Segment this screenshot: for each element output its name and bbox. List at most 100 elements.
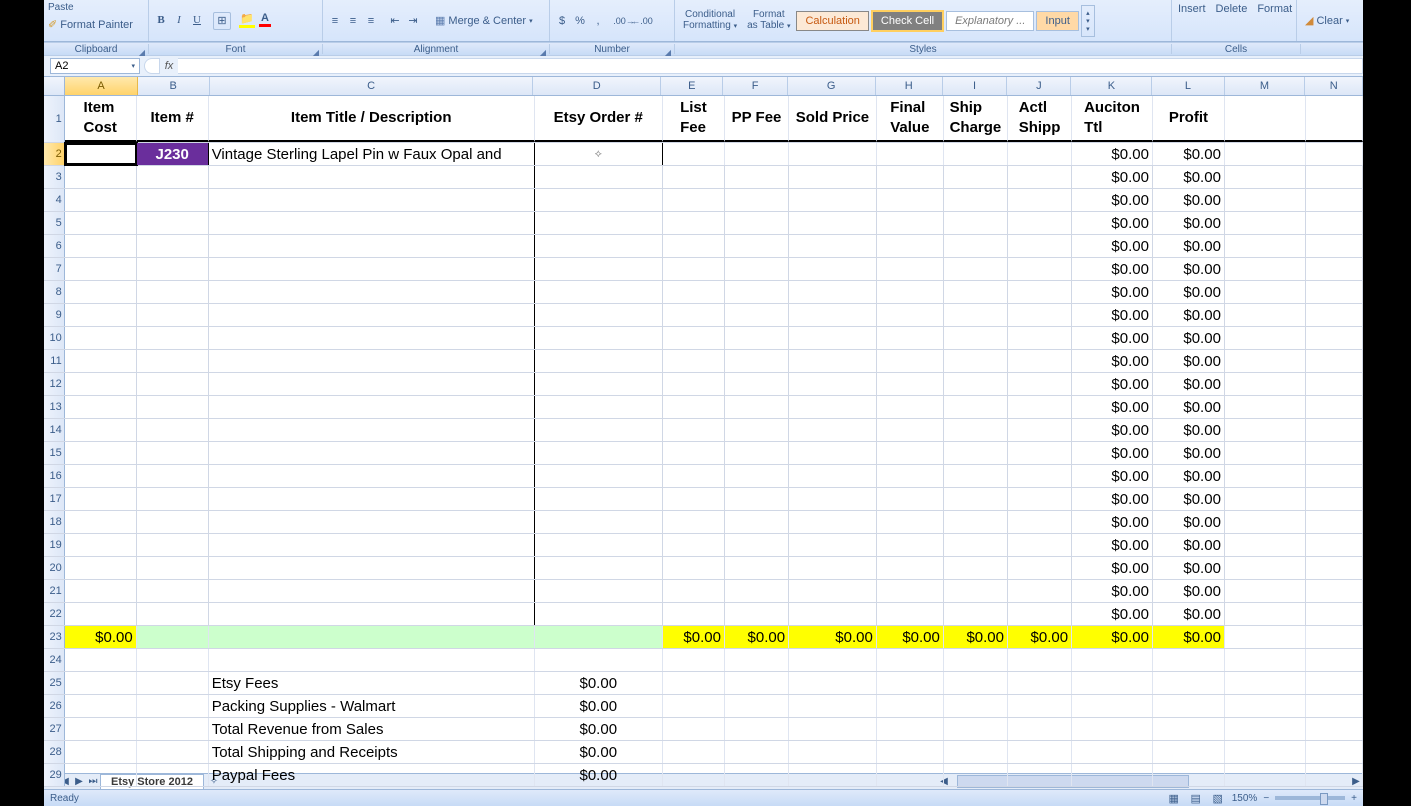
- cell[interactable]: [789, 534, 877, 556]
- cell[interactable]: [1072, 764, 1153, 786]
- cell[interactable]: $0.00: [1153, 511, 1225, 533]
- cell[interactable]: [944, 258, 1008, 280]
- cell[interactable]: $0.00: [1072, 304, 1153, 326]
- cell[interactable]: [1225, 212, 1306, 234]
- cell[interactable]: [877, 189, 944, 211]
- cell[interactable]: [1306, 603, 1363, 625]
- cell[interactable]: [725, 258, 789, 280]
- row-header[interactable]: 20: [44, 557, 65, 579]
- cell[interactable]: [209, 626, 535, 648]
- column-header-F[interactable]: F: [723, 77, 787, 95]
- align-center-button[interactable]: ≡: [345, 13, 361, 29]
- cell[interactable]: [789, 396, 877, 418]
- cell[interactable]: [1306, 465, 1363, 487]
- chevron-down-icon[interactable]: ▾: [131, 62, 135, 70]
- cell[interactable]: [65, 534, 137, 556]
- cell[interactable]: [663, 143, 725, 165]
- cell[interactable]: [65, 166, 137, 188]
- cell[interactable]: [1008, 373, 1072, 395]
- cell[interactable]: [877, 396, 944, 418]
- cell[interactable]: [789, 764, 877, 786]
- cell[interactable]: [1008, 741, 1072, 763]
- cell[interactable]: [877, 442, 944, 464]
- cell[interactable]: $0.00: [535, 741, 663, 763]
- cell[interactable]: $0.00: [1072, 580, 1153, 602]
- increase-indent-button[interactable]: ⇥: [405, 13, 421, 29]
- cell[interactable]: [209, 649, 535, 671]
- cell[interactable]: [65, 580, 137, 602]
- cell-styles-more-button[interactable]: ▴▾▾: [1081, 5, 1095, 37]
- format-cells-button[interactable]: Format: [1253, 2, 1296, 16]
- cell[interactable]: [1306, 212, 1363, 234]
- cell[interactable]: [1306, 488, 1363, 510]
- cell[interactable]: Etsy Fees: [209, 672, 535, 694]
- cell[interactable]: ⟡: [535, 143, 663, 165]
- cell[interactable]: [1008, 327, 1072, 349]
- cell[interactable]: [789, 350, 877, 372]
- cell[interactable]: [663, 350, 725, 372]
- cell[interactable]: [877, 695, 944, 717]
- cell[interactable]: [209, 396, 535, 418]
- cell[interactable]: [944, 189, 1008, 211]
- cell[interactable]: [663, 235, 725, 257]
- cell[interactable]: Vintage Sterling Lapel Pin w Faux Opal a…: [209, 143, 535, 165]
- cell[interactable]: [1008, 143, 1072, 165]
- cell[interactable]: [1008, 557, 1072, 579]
- page-break-view-button[interactable]: ▧: [1210, 790, 1226, 806]
- cell[interactable]: $0.00: [1072, 143, 1153, 165]
- cell[interactable]: [877, 672, 944, 694]
- cell[interactable]: [663, 534, 725, 556]
- cell[interactable]: [137, 557, 209, 579]
- cell[interactable]: [1153, 649, 1225, 671]
- cell[interactable]: [1225, 511, 1306, 533]
- cell[interactable]: [535, 212, 663, 234]
- cell[interactable]: [535, 488, 663, 510]
- cell[interactable]: [789, 189, 877, 211]
- cell[interactable]: [789, 327, 877, 349]
- cell[interactable]: [663, 488, 725, 510]
- font-color-button[interactable]: A: [257, 12, 273, 28]
- cell[interactable]: [1225, 189, 1306, 211]
- dialog-launcher-icon[interactable]: ◢: [312, 48, 320, 56]
- cell[interactable]: $0.00: [1153, 166, 1225, 188]
- cell[interactable]: [1225, 350, 1306, 372]
- column-header-M[interactable]: M: [1225, 77, 1306, 95]
- cell[interactable]: $0.00: [1153, 488, 1225, 510]
- percent-format-button[interactable]: %: [572, 13, 588, 29]
- cell[interactable]: [65, 281, 137, 303]
- cell[interactable]: Item Cost: [65, 96, 137, 142]
- normal-view-button[interactable]: ▦: [1166, 790, 1182, 806]
- cell[interactable]: $0.00: [663, 626, 725, 648]
- cell[interactable]: [663, 419, 725, 441]
- cell[interactable]: [65, 672, 137, 694]
- cell[interactable]: [1306, 166, 1363, 188]
- cell[interactable]: [944, 534, 1008, 556]
- cell[interactable]: [663, 189, 725, 211]
- cell[interactable]: [877, 350, 944, 372]
- cell[interactable]: $0.00: [1153, 626, 1225, 648]
- cell[interactable]: [1306, 281, 1363, 303]
- cell[interactable]: Total Shipping and Receipts: [209, 741, 535, 763]
- cell[interactable]: $0.00: [1072, 281, 1153, 303]
- cell[interactable]: [789, 442, 877, 464]
- cell[interactable]: [1306, 442, 1363, 464]
- cell[interactable]: [725, 488, 789, 510]
- cell[interactable]: [1008, 764, 1072, 786]
- row-header[interactable]: 11: [44, 350, 65, 372]
- cell[interactable]: [1306, 419, 1363, 441]
- cell[interactable]: [663, 281, 725, 303]
- cell[interactable]: [725, 327, 789, 349]
- cell[interactable]: [137, 741, 209, 763]
- cell[interactable]: [137, 626, 209, 648]
- row-header[interactable]: 26: [44, 695, 65, 717]
- cell[interactable]: [1306, 626, 1363, 648]
- cell[interactable]: [789, 281, 877, 303]
- cell[interactable]: [137, 189, 209, 211]
- zoom-slider[interactable]: [1275, 796, 1345, 800]
- cell[interactable]: [1008, 304, 1072, 326]
- cell[interactable]: [877, 304, 944, 326]
- column-header-K[interactable]: K: [1071, 77, 1152, 95]
- decrease-indent-button[interactable]: ⇤: [387, 13, 403, 29]
- cell[interactable]: [209, 603, 535, 625]
- cell[interactable]: [65, 212, 137, 234]
